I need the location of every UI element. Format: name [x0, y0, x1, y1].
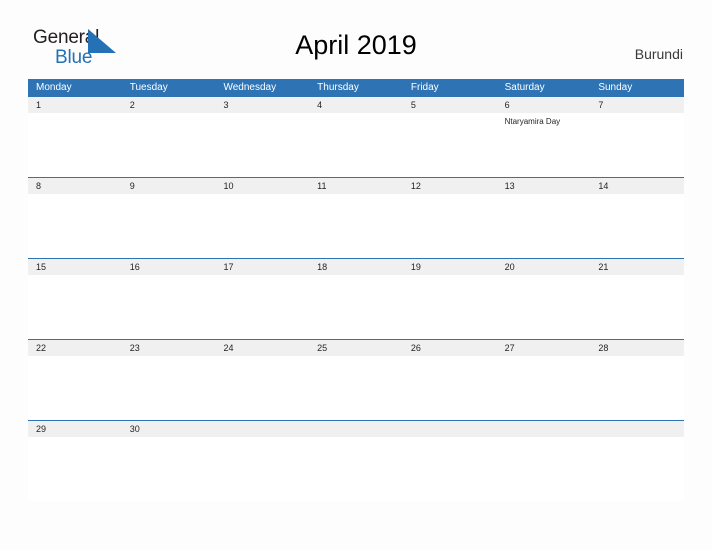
week-date-band: 15 16 17 18 19 20 21 [28, 258, 684, 275]
date-number[interactable]: 25 [309, 340, 403, 356]
date-number[interactable] [215, 421, 309, 437]
day-cell[interactable] [122, 113, 216, 177]
day-cell[interactable] [28, 194, 122, 258]
day-cell[interactable]: Ntaryamira Day [497, 113, 591, 177]
date-number[interactable]: 21 [590, 259, 684, 275]
day-cell[interactable] [590, 356, 684, 420]
date-number[interactable]: 9 [122, 178, 216, 194]
date-number[interactable]: 5 [403, 97, 497, 113]
date-number[interactable]: 22 [28, 340, 122, 356]
date-number[interactable] [309, 421, 403, 437]
date-number[interactable]: 11 [309, 178, 403, 194]
weekday-wednesday: Wednesday [223, 82, 277, 93]
date-number[interactable] [497, 421, 591, 437]
day-cell[interactable] [590, 275, 684, 339]
day-cell[interactable] [215, 437, 309, 501]
day-cell[interactable] [403, 275, 497, 339]
date-number[interactable]: 6 [497, 97, 591, 113]
date-number[interactable]: 10 [215, 178, 309, 194]
week-body-band [28, 275, 684, 339]
date-number[interactable]: 24 [215, 340, 309, 356]
date-number[interactable]: 17 [215, 259, 309, 275]
date-number[interactable]: 15 [28, 259, 122, 275]
day-cell[interactable] [122, 356, 216, 420]
weekday-monday: Monday [36, 82, 72, 93]
week-row: 22 23 24 25 26 27 28 [28, 339, 684, 420]
day-cell[interactable] [122, 275, 216, 339]
calendar-grid: Monday Tuesday Wednesday Thursday Friday… [28, 79, 684, 501]
day-cell[interactable] [590, 437, 684, 501]
date-number[interactable]: 23 [122, 340, 216, 356]
day-cell[interactable] [309, 437, 403, 501]
date-number[interactable]: 12 [403, 178, 497, 194]
day-cell[interactable] [403, 113, 497, 177]
day-cell[interactable] [403, 356, 497, 420]
page-title: April 2019 [295, 30, 417, 60]
day-cell[interactable] [590, 113, 684, 177]
date-number[interactable] [403, 421, 497, 437]
date-number[interactable]: 29 [28, 421, 122, 437]
weekday-thursday: Thursday [317, 82, 359, 93]
date-number[interactable]: 19 [403, 259, 497, 275]
date-number[interactable] [590, 421, 684, 437]
day-cell[interactable] [309, 113, 403, 177]
date-number[interactable]: 3 [215, 97, 309, 113]
date-number[interactable]: 2 [122, 97, 216, 113]
date-number[interactable]: 20 [497, 259, 591, 275]
day-cell[interactable] [403, 194, 497, 258]
day-cell[interactable] [122, 194, 216, 258]
week-date-band: 29 30 [28, 420, 684, 437]
week-row: 8 9 10 11 12 13 14 [28, 177, 684, 258]
date-number[interactable]: 1 [28, 97, 122, 113]
day-cell[interactable] [28, 356, 122, 420]
page-header: General Blue April 2019 Burundi [0, 0, 712, 78]
date-number[interactable]: 13 [497, 178, 591, 194]
weekday-sunday: Sunday [598, 82, 633, 93]
date-number[interactable]: 27 [497, 340, 591, 356]
day-cell[interactable] [309, 275, 403, 339]
weekday-tuesday: Tuesday [129, 82, 168, 93]
day-cell[interactable] [309, 194, 403, 258]
day-cell[interactable] [590, 194, 684, 258]
week-body-band [28, 356, 684, 420]
date-number[interactable]: 7 [590, 97, 684, 113]
day-cell[interactable] [309, 356, 403, 420]
week-body-band: Ntaryamira Day [28, 113, 684, 177]
week-date-band: 8 9 10 11 12 13 14 [28, 177, 684, 194]
calendar-page: General Blue April 2019 Burundi Monday T… [0, 0, 712, 550]
date-number[interactable]: 4 [309, 97, 403, 113]
day-cell[interactable] [497, 194, 591, 258]
day-cell[interactable] [28, 113, 122, 177]
weekday-saturday: Saturday [504, 82, 545, 93]
date-number[interactable]: 16 [122, 259, 216, 275]
date-number[interactable]: 8 [28, 178, 122, 194]
date-number[interactable]: 26 [403, 340, 497, 356]
week-date-band: 1 2 3 4 5 6 7 [28, 96, 684, 113]
event-label: Ntaryamira Day [504, 117, 561, 126]
week-body-band [28, 194, 684, 258]
day-cell[interactable] [215, 275, 309, 339]
country-label: Burundi [634, 46, 683, 62]
date-number[interactable]: 18 [309, 259, 403, 275]
week-row: 15 16 17 18 19 20 21 [28, 258, 684, 339]
day-cell[interactable] [403, 437, 497, 501]
day-cell[interactable] [28, 275, 122, 339]
week-row: 29 30 [28, 420, 684, 501]
weekday-header-row: Monday Tuesday Wednesday Thursday Friday… [28, 79, 684, 96]
week-row: 1 2 3 4 5 6 7 Ntaryamira Day [28, 96, 684, 177]
day-cell[interactable] [122, 437, 216, 501]
week-body-band [28, 437, 684, 501]
date-number[interactable]: 28 [590, 340, 684, 356]
date-number[interactable]: 30 [122, 421, 216, 437]
week-date-band: 22 23 24 25 26 27 28 [28, 339, 684, 356]
day-cell[interactable] [497, 437, 591, 501]
day-cell[interactable] [28, 437, 122, 501]
day-cell[interactable] [497, 356, 591, 420]
day-cell[interactable] [497, 275, 591, 339]
day-cell[interactable] [215, 194, 309, 258]
day-cell[interactable] [215, 113, 309, 177]
weekday-friday: Friday [410, 82, 439, 93]
date-number[interactable]: 14 [590, 178, 684, 194]
day-cell[interactable] [215, 356, 309, 420]
